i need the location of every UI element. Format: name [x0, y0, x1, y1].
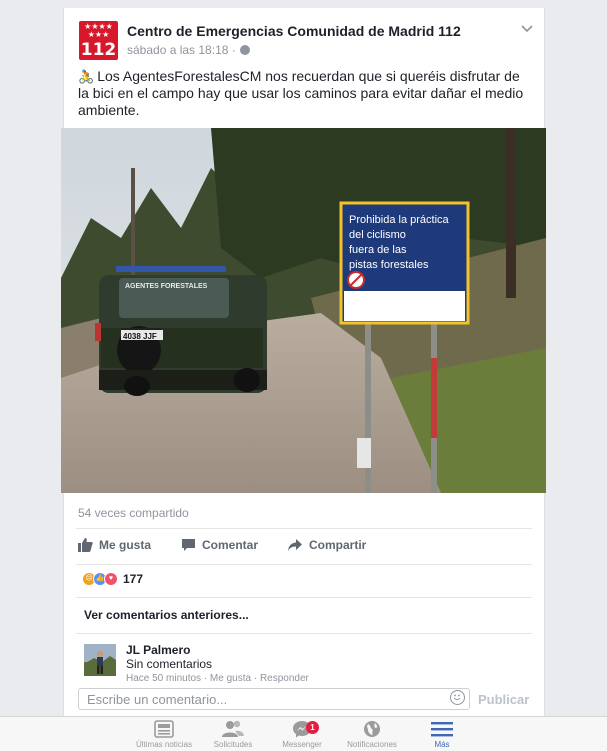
bicycle-emoji-icon: 🚴 [78, 69, 95, 84]
post-text: 🚴 Los AgentesForestalesCM nos recuerdan q… [78, 68, 533, 119]
nav-messenger[interactable]: 1 Messenger [262, 720, 342, 749]
emoji-icon[interactable] [450, 690, 465, 705]
nav-news-feed[interactable]: Últimas noticias [124, 720, 204, 749]
love-reaction-icon: ♥ [104, 572, 118, 586]
share-count[interactable]: 54 veces compartido [78, 506, 189, 520]
page-name[interactable]: Centro de Emergencias Comunidad de Madri… [127, 23, 461, 39]
nav-label: Más [434, 740, 450, 749]
post-body: Los AgentesForestalesCM nos recuerdan qu… [78, 68, 524, 118]
news-feed-icon [154, 720, 174, 738]
messenger-badge: 1 [306, 721, 319, 734]
like-button[interactable]: Me gusta [78, 538, 151, 552]
nav-notifications[interactable]: Notificaciones [332, 720, 412, 749]
page-avatar[interactable]: ★★★★ ★★★ 112 [79, 21, 118, 60]
like-label: Me gusta [99, 538, 152, 552]
sign-line: Prohibida la práctica [349, 214, 450, 226]
divider [76, 564, 532, 565]
stars-icon: ★★★★ ★★★ [84, 22, 113, 39]
comment-icon [182, 539, 195, 551]
license-plate: 4038 JJF [123, 332, 157, 341]
menu-icon [431, 722, 453, 737]
share-arrow-icon [288, 539, 302, 551]
reaction-count: 177 [123, 572, 144, 586]
commenter-avatar[interactable] [84, 644, 116, 676]
post-timestamp[interactable]: sábado a las 18:18 · [127, 43, 236, 57]
publish-button[interactable]: Publicar [478, 692, 529, 707]
comment-text: Sin comentarios [126, 657, 213, 671]
comment-composer[interactable] [78, 688, 470, 710]
post-photo[interactable]: AGENTES FORESTALES 4038 JJF Prohibida la… [61, 128, 546, 493]
comment-meta[interactable]: Hace 50 minutos · Me gusta · Responder [126, 673, 309, 684]
post-meta: sábado a las 18:18 · [127, 43, 250, 57]
public-globe-icon [239, 45, 250, 55]
avatar-number: 112 [80, 40, 117, 60]
view-previous-comments-link[interactable]: Ver comentarios anteriores... [84, 608, 249, 622]
nav-label: Solicitudes [213, 740, 253, 749]
comment-input[interactable] [85, 689, 429, 709]
nav-label: Messenger [282, 740, 322, 749]
sign-line: fuera de las [349, 244, 407, 256]
divider [76, 597, 532, 598]
divider [76, 528, 532, 529]
reaction-summary[interactable]: ☹ 👍 ♥ 177 [82, 572, 143, 586]
comment-button[interactable]: Comentar [181, 538, 258, 552]
nav-label: Notificaciones [347, 740, 397, 749]
nav-label: Últimas noticias [135, 740, 192, 749]
sign-line: pistas forestales [349, 259, 429, 271]
action-bar: Me gusta Comentar Compartir [64, 532, 544, 560]
sign-line: del ciclismo [349, 229, 406, 241]
friends-icon [222, 720, 244, 737]
divider [76, 633, 532, 634]
chevron-down-icon[interactable] [520, 24, 534, 34]
nav-more[interactable]: Más [402, 720, 482, 749]
share-button[interactable]: Compartir [287, 538, 366, 552]
bottom-nav: Últimas noticias Solicitudes 1 Messenger… [0, 716, 607, 751]
vehicle-label: AGENTES FORESTALES [125, 283, 208, 290]
commenter-name[interactable]: JL Palmero [126, 643, 190, 657]
thumbs-up-icon [78, 538, 93, 552]
nav-requests[interactable]: Solicitudes [193, 720, 273, 749]
comment-label: Comentar [202, 538, 259, 552]
share-label: Compartir [309, 538, 367, 552]
globe-icon [364, 721, 380, 737]
